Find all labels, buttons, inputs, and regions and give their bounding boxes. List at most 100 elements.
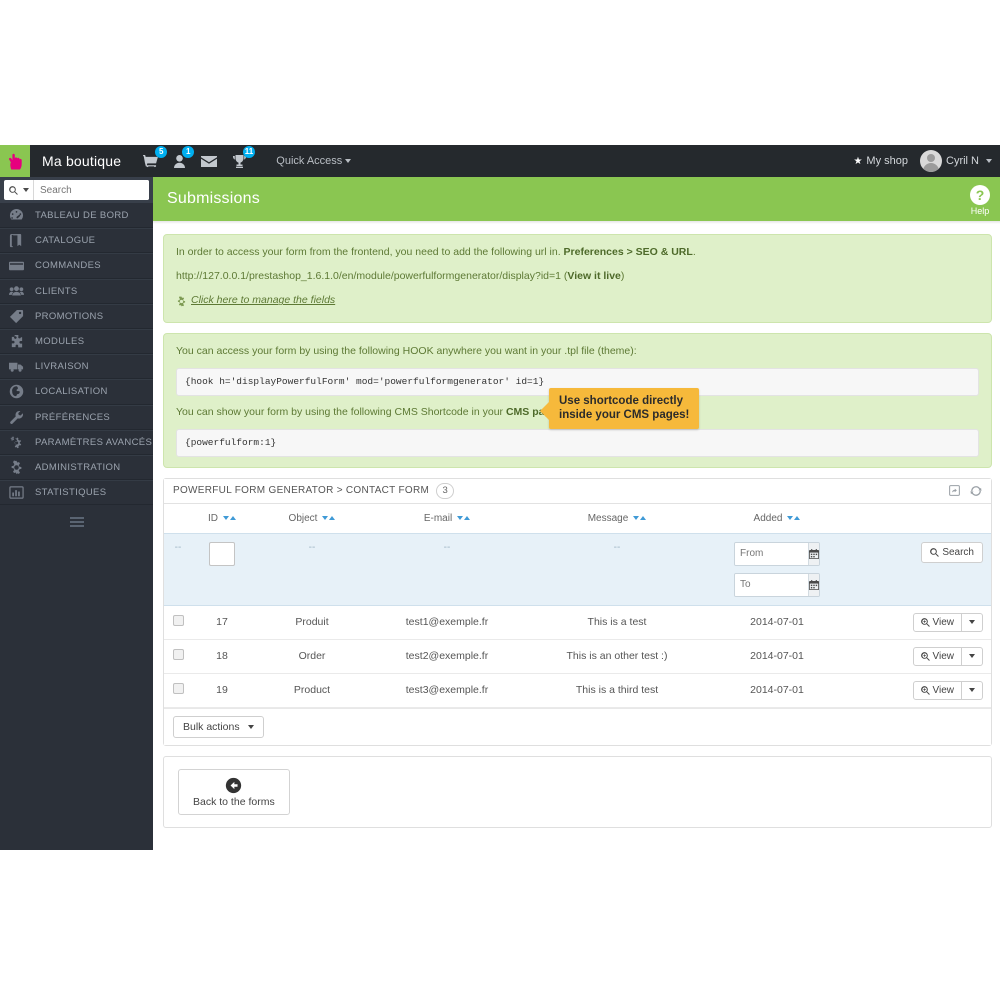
sort-arrows-icon[interactable] <box>787 516 801 521</box>
manage-fields-label: Click here to manage the fields <box>191 294 336 307</box>
sort-arrows-icon[interactable] <box>223 516 236 521</box>
col-message-label: Message <box>587 512 629 524</box>
list-footer: Bulk actions <box>164 707 991 745</box>
col-added[interactable]: Added <box>712 503 842 534</box>
row-actions-dropdown[interactable] <box>962 612 983 632</box>
row-checkbox[interactable] <box>172 683 184 695</box>
date-from-input[interactable] <box>735 542 808 565</box>
list-header: POWERFUL FORM GENERATOR > CONTACT FORM 3 <box>164 478 991 504</box>
search-input[interactable] <box>34 180 149 200</box>
table-row[interactable]: 19 Product test3@exemple.fr This is a th… <box>164 673 991 708</box>
sidebar-item-livraison[interactable]: LIVRAISON <box>0 354 153 380</box>
calendar-icon[interactable] <box>807 542 819 565</box>
sidebar-item-administration[interactable]: ADMINISTRATION <box>0 454 153 481</box>
cart-icon[interactable]: 5 <box>143 145 168 177</box>
sort-arrows-icon[interactable] <box>322 516 336 521</box>
row-added: 2014-07-01 <box>712 673 842 708</box>
shop-name[interactable]: Ma boutique <box>42 153 121 169</box>
row-actions-dropdown[interactable] <box>962 680 983 700</box>
filter-id-input[interactable] <box>209 541 235 566</box>
zoom-in-icon <box>920 685 930 695</box>
avatar <box>920 150 942 172</box>
view-button[interactable]: View <box>912 646 962 666</box>
row-checkbox[interactable] <box>172 649 184 661</box>
col-object-label: Object <box>288 512 318 524</box>
scroll-area: In order to access your form from the fr… <box>153 224 1000 850</box>
bulk-actions-button[interactable]: Bulk actions <box>173 715 264 738</box>
customers-group-icon <box>9 284 31 299</box>
refresh-icon[interactable] <box>968 483 983 498</box>
sort-arrows-icon[interactable] <box>633 516 647 521</box>
sidebar-item-label: ADMINISTRATION <box>35 461 121 473</box>
customer-icon[interactable]: 1 <box>174 145 195 177</box>
sort-arrows-icon[interactable] <box>457 516 471 521</box>
sidebar-item-modules[interactable]: MODULES <box>0 328 153 355</box>
filter-message-dash: -- <box>613 541 621 553</box>
back-to-forms-button[interactable]: Back to the forms <box>178 768 290 815</box>
sidebar-item-statistiques[interactable]: STATISTIQUES <box>0 480 153 506</box>
shortcode-code[interactable]: {powerfulform:1} <box>176 428 979 457</box>
instruction-prefix: In order to access your form from the fr… <box>176 246 564 258</box>
sidebar-item-parametres-avances[interactable]: PARAMÈTRES AVANCÉS <box>0 429 153 455</box>
chevron-down-icon <box>247 724 254 729</box>
hook-shortcode-panel: You can access your form by using the fo… <box>163 332 992 468</box>
view-button[interactable]: View <box>912 612 962 632</box>
dashboard-icon <box>9 208 31 223</box>
list-header-tools <box>947 483 983 498</box>
search-filter-button[interactable]: Search <box>921 541 983 563</box>
col-object[interactable]: Object <box>252 503 372 534</box>
filter-email-dash: -- <box>443 541 451 553</box>
sidebar-collapse-toggle[interactable] <box>0 505 153 539</box>
help-button[interactable]: ? Help <box>970 184 990 216</box>
orders-card-icon <box>9 258 31 273</box>
employee-menu[interactable]: Cyril N <box>920 150 992 172</box>
table-row[interactable]: 18 Order test2@exemple.fr This is an oth… <box>164 639 991 674</box>
date-to-input[interactable] <box>735 573 808 596</box>
admin-app: Ma boutique 5 1 11 Quick Access ★ My sho… <box>0 145 1000 850</box>
mail-icon[interactable] <box>201 145 218 177</box>
table-row[interactable]: 17 Produit test1@exemple.fr This is a te… <box>164 605 991 640</box>
sidebar-item-tableau-de-bord[interactable]: TABLEAU DE BORD <box>0 203 153 229</box>
row-id: 19 <box>192 673 252 708</box>
row-email: test2@exemple.fr <box>372 639 522 674</box>
help-icon: ? <box>970 184 990 205</box>
paren-close: ) <box>620 270 625 283</box>
list-count-badge: 3 <box>436 482 455 499</box>
col-id[interactable]: ID <box>192 503 252 534</box>
sidebar-item-clients[interactable]: CLIENTS <box>0 278 153 304</box>
col-message[interactable]: Message <box>522 503 712 534</box>
manage-fields-link[interactable]: Click here to manage the fields <box>176 293 335 308</box>
seo-url-ref: Preferences > SEO & URL <box>563 246 693 258</box>
sidebar-item-localisation[interactable]: LOCALISATION <box>0 379 153 405</box>
sidebar-item-label: COMMANDES <box>35 260 101 272</box>
row-email: test3@exemple.fr <box>372 673 522 708</box>
sidebar-item-catalogue[interactable]: CATALOGUE <box>0 228 153 254</box>
trophy-icon[interactable]: 11 <box>233 145 256 177</box>
chevron-down-icon <box>969 620 975 625</box>
prestashop-hand-logo-icon[interactable] <box>0 145 30 177</box>
view-it-live-link[interactable]: View it live <box>567 270 621 282</box>
row-id: 17 <box>192 605 252 640</box>
col-email-label: E-mail <box>423 512 453 524</box>
top-navbar: Ma boutique 5 1 11 Quick Access ★ My sho… <box>0 145 1000 177</box>
sidebar-item-commandes[interactable]: COMMANDES <box>0 253 153 279</box>
chevron-down-icon <box>969 654 975 659</box>
manage-fields-line: Click here to manage the fields <box>176 293 979 311</box>
view-button[interactable]: View <box>912 680 962 700</box>
sidebar-item-promotions[interactable]: PROMOTIONS <box>0 303 153 329</box>
row-select-cell <box>164 639 192 674</box>
my-shop-link[interactable]: ★ My shop <box>853 155 908 167</box>
chevron-down-icon <box>986 159 992 163</box>
callout-line-2: inside your CMS pages! <box>559 408 690 421</box>
calendar-icon[interactable] <box>807 573 819 596</box>
callout-line-1: Use shortcode directly <box>559 394 683 407</box>
sidebar-item-preferences[interactable]: PRÉFÉRENCES <box>0 404 153 430</box>
export-icon[interactable] <box>947 483 962 498</box>
search-type-dropdown[interactable] <box>4 180 34 200</box>
row-actions-dropdown[interactable] <box>962 646 983 666</box>
cart-badge: 5 <box>155 146 168 158</box>
col-email[interactable]: E-mail <box>372 503 522 534</box>
quick-access-menu[interactable]: Quick Access <box>276 155 352 167</box>
row-message: This is a test <box>522 605 712 640</box>
row-checkbox[interactable] <box>172 615 184 627</box>
